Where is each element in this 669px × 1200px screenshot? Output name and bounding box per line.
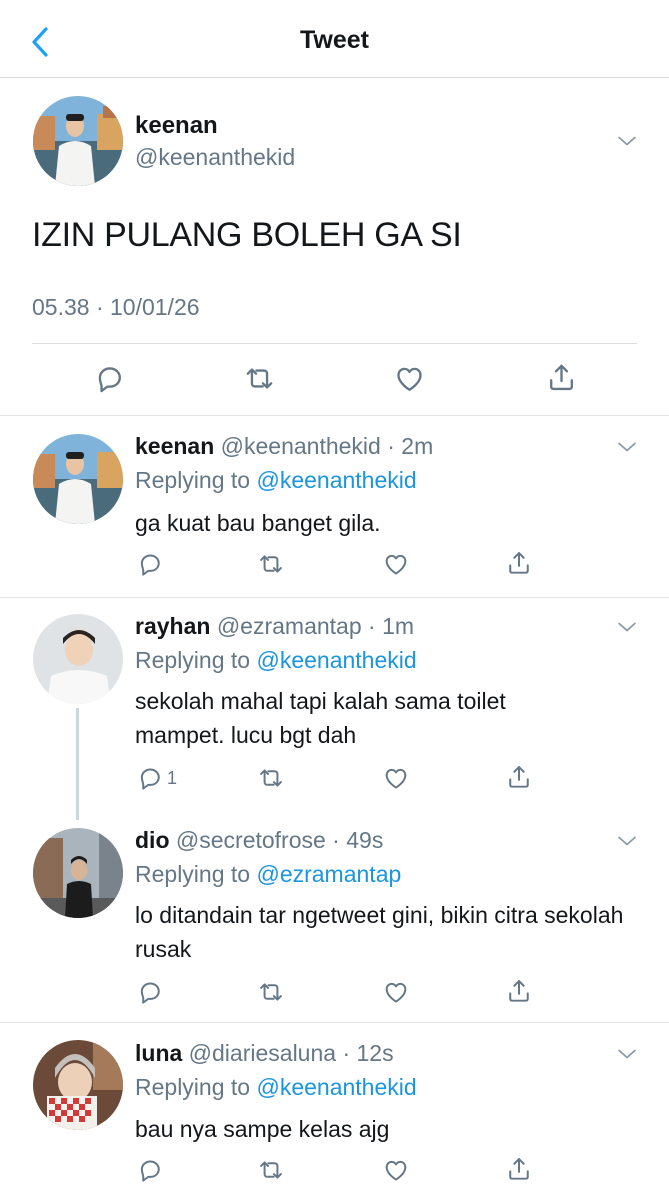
heart-icon — [382, 978, 410, 1006]
reply-header: rayhan @ezramantap · 1m — [135, 613, 414, 640]
reply-header: luna @diariesaluna · 12s — [135, 1040, 394, 1067]
reply-button[interactable] — [136, 978, 167, 1006]
replying-to: Replying to @ezramantap — [135, 861, 401, 888]
reply-author-name[interactable]: luna — [135, 1040, 182, 1066]
reply-header: dio @secretofrose · 49s — [135, 827, 383, 854]
reply-text: bau nya sampe kelas ajg — [135, 1116, 390, 1142]
avatar[interactable] — [33, 1040, 123, 1130]
comment-icon — [93, 362, 126, 395]
chevron-down-icon — [616, 620, 638, 634]
share-icon — [505, 977, 533, 1005]
mention-link[interactable]: @ezramantap — [256, 861, 401, 887]
chevron-down-icon — [616, 440, 638, 454]
reply-author-name[interactable]: keenan — [135, 433, 214, 459]
retweet-button[interactable] — [257, 1156, 285, 1184]
comment-icon — [136, 550, 164, 578]
share-icon — [505, 549, 533, 577]
tweet-actions — [0, 358, 669, 402]
heart-icon — [382, 550, 410, 578]
reply-button[interactable] — [93, 362, 126, 395]
reply-author-name[interactable]: rayhan — [135, 613, 210, 639]
reply-text: sekolah mahal tapi kalah sama toilet mam… — [135, 688, 506, 748]
retweet-button[interactable] — [257, 978, 285, 1006]
divider — [0, 415, 669, 416]
avatar[interactable] — [33, 614, 123, 704]
retweet-icon — [257, 764, 285, 792]
mention-link[interactable]: @keenanthekid — [256, 647, 416, 673]
like-button[interactable] — [382, 1156, 410, 1184]
comment-icon — [136, 1156, 164, 1184]
tweet-timestamp: 05.38 · 10/01/26 — [32, 294, 200, 320]
share-button[interactable] — [505, 1155, 533, 1183]
reply-author-handle[interactable]: @secretofrose · 49s — [176, 827, 383, 853]
replying-to-label: Replying to — [135, 467, 251, 493]
replying-to-label: Replying to — [135, 1074, 251, 1100]
chevron-down-icon — [616, 1047, 638, 1061]
share-icon — [505, 763, 533, 791]
retweet-icon — [257, 978, 285, 1006]
avatar[interactable] — [33, 96, 123, 186]
reply-text: ga kuat bau banget gila. — [135, 510, 381, 536]
share-button[interactable] — [545, 361, 578, 394]
reply-author-handle[interactable]: @keenanthekid · 2m — [221, 433, 434, 459]
reply-button[interactable]: 1 — [136, 764, 177, 792]
author-name[interactable]: keenan — [135, 112, 218, 140]
heart-icon — [382, 764, 410, 792]
reply-count: 1 — [167, 767, 178, 788]
comment-icon — [136, 978, 164, 1006]
page-title: Tweet — [300, 26, 369, 54]
retweet-icon — [257, 1156, 285, 1184]
replying-to: Replying to @keenanthekid — [135, 647, 417, 674]
reply-button[interactable] — [136, 550, 167, 578]
mention-link[interactable]: @keenanthekid — [256, 1074, 416, 1100]
retweet-icon — [243, 362, 276, 395]
reply-menu-button[interactable] — [612, 617, 642, 637]
retweet-button[interactable] — [257, 550, 285, 578]
replying-to: Replying to @keenanthekid — [135, 1074, 417, 1101]
retweet-button[interactable] — [257, 764, 285, 792]
retweet-button[interactable] — [243, 362, 276, 395]
reply-author-handle[interactable]: @diariesaluna · 12s — [189, 1040, 394, 1066]
like-button[interactable] — [382, 764, 410, 792]
reply-menu-button[interactable] — [612, 1044, 642, 1064]
author-handle[interactable]: @keenanthekid — [135, 144, 295, 171]
share-button[interactable] — [505, 549, 533, 577]
reply-text: lo ditandain tar ngetweet gini, bikin ci… — [135, 902, 624, 962]
chevron-down-icon — [616, 834, 638, 848]
tweet-menu-button[interactable] — [612, 131, 642, 151]
divider — [32, 343, 637, 344]
share-button[interactable] — [505, 977, 533, 1005]
chevron-down-icon — [616, 134, 638, 148]
heart-icon — [393, 362, 426, 395]
top-nav-bar: Tweet — [0, 0, 669, 78]
reply-author-name[interactable]: dio — [135, 827, 170, 853]
replying-to-label: Replying to — [135, 647, 251, 673]
reply-menu-button[interactable] — [612, 437, 642, 457]
retweet-icon — [257, 550, 285, 578]
like-button[interactable] — [382, 550, 410, 578]
reply-header: keenan @keenanthekid · 2m — [135, 433, 433, 460]
share-icon — [545, 361, 578, 394]
reply-author-handle[interactable]: @ezramantap · 1m — [217, 613, 414, 639]
mention-link[interactable]: @keenanthekid — [256, 467, 416, 493]
share-icon — [505, 1155, 533, 1183]
like-button[interactable] — [393, 362, 426, 395]
share-button[interactable] — [505, 763, 533, 791]
comment-icon — [136, 764, 164, 792]
tweet-text: IZIN PULANG BOLEH GA SI — [32, 216, 462, 254]
heart-icon — [382, 1156, 410, 1184]
like-button[interactable] — [382, 978, 410, 1006]
divider — [0, 1022, 669, 1023]
reply-button[interactable] — [136, 1156, 167, 1184]
reply-menu-button[interactable] — [612, 831, 642, 851]
replying-to-label: Replying to — [135, 861, 251, 887]
replying-to: Replying to @keenanthekid — [135, 467, 417, 494]
divider — [0, 597, 669, 598]
avatar[interactable] — [33, 828, 123, 918]
thread-line — [76, 708, 79, 820]
avatar[interactable] — [33, 434, 123, 524]
